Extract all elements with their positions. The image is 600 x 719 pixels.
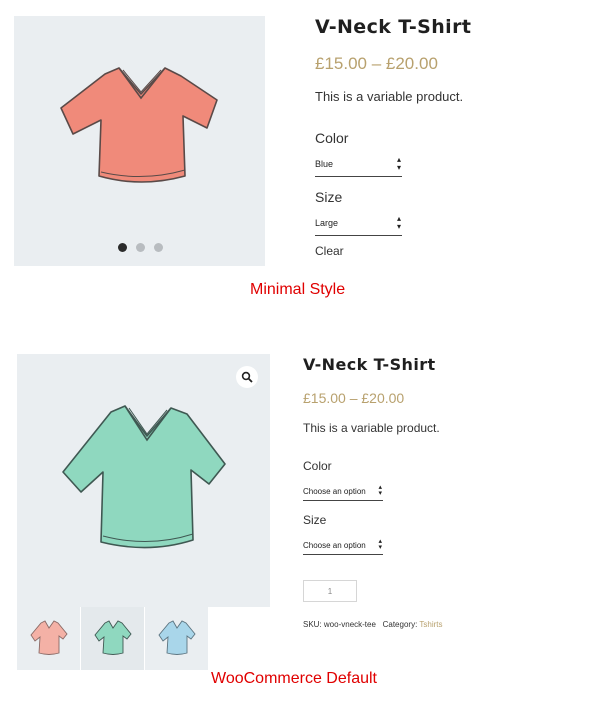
size-select-value: Large: [315, 218, 339, 228]
product-description-woocommerce: This is a variable product.: [303, 421, 440, 435]
tshirt-mint-icon: [62, 405, 226, 549]
gallery-dot-1[interactable]: [118, 243, 127, 252]
product-price-minimal: £15.00 – £20.00: [315, 54, 438, 73]
size-select-woocommerce[interactable]: Choose an option ▴ ▾: [303, 536, 383, 555]
size-select-placeholder: Choose an option: [303, 541, 366, 550]
tshirt-coral-icon: [60, 67, 218, 183]
size-label-minimal: Size: [315, 189, 343, 205]
product-title-woocommerce: V-Neck T-Shirt: [303, 355, 436, 374]
tshirt-mint-thumb-icon: [94, 620, 132, 655]
color-select-minimal[interactable]: Blue ▴ ▾: [315, 154, 402, 177]
product-price-woocommerce: £15.00 – £20.00: [303, 390, 405, 406]
size-label-woocommerce: Size: [303, 513, 327, 527]
zoom-button[interactable]: [236, 366, 258, 388]
gallery-dot-2[interactable]: [136, 243, 145, 252]
product-description-minimal: This is a variable product.: [315, 89, 464, 104]
color-select-woocommerce[interactable]: Choose an option ▴ ▾: [303, 482, 383, 501]
color-select-placeholder: Choose an option: [303, 487, 366, 496]
gallery-dots: [118, 243, 163, 252]
color-select-value: Blue: [315, 159, 334, 169]
tshirt-coral-thumb-icon: [30, 620, 68, 655]
size-select-minimal[interactable]: Large ▴ ▾: [315, 213, 402, 236]
quantity-input[interactable]: 1: [303, 580, 357, 602]
category-label: Category:: [382, 620, 418, 629]
thumb-coral-shirt[interactable]: [17, 607, 80, 670]
clear-link[interactable]: Clear: [315, 244, 344, 258]
gallery-dot-3[interactable]: [154, 243, 163, 252]
sku-value: woo-vneck-tee: [323, 620, 376, 629]
product-meta: SKU: woo-vneck-tee Category: Tshirts: [303, 620, 443, 629]
caption-woocommerce-default: WooCommerce Default: [211, 670, 377, 687]
thumb-blue-shirt[interactable]: [145, 607, 208, 670]
select-arrows-icon: ▴ ▾: [396, 214, 401, 231]
select-arrows-icon: ▴ ▾: [378, 538, 382, 551]
product-image-woocommerce[interactable]: [17, 354, 270, 607]
select-arrows-icon: ▴ ▾: [378, 484, 382, 497]
sku-label: SKU:: [303, 620, 322, 629]
color-label-woocommerce: Color: [303, 459, 332, 473]
tshirt-blue-thumb-icon: [158, 620, 196, 655]
gallery-thumbnails: [17, 607, 208, 670]
thumb-mint-shirt[interactable]: [81, 607, 144, 670]
product-title-minimal: V-Neck T-Shirt: [315, 16, 472, 38]
caption-minimal-style: Minimal Style: [250, 281, 346, 298]
category-link[interactable]: Tshirts: [419, 620, 442, 629]
color-label-minimal: Color: [315, 130, 349, 146]
select-arrows-icon: ▴ ▾: [396, 155, 401, 172]
product-image-minimal[interactable]: [14, 16, 265, 266]
magnifier-icon: [241, 371, 253, 383]
